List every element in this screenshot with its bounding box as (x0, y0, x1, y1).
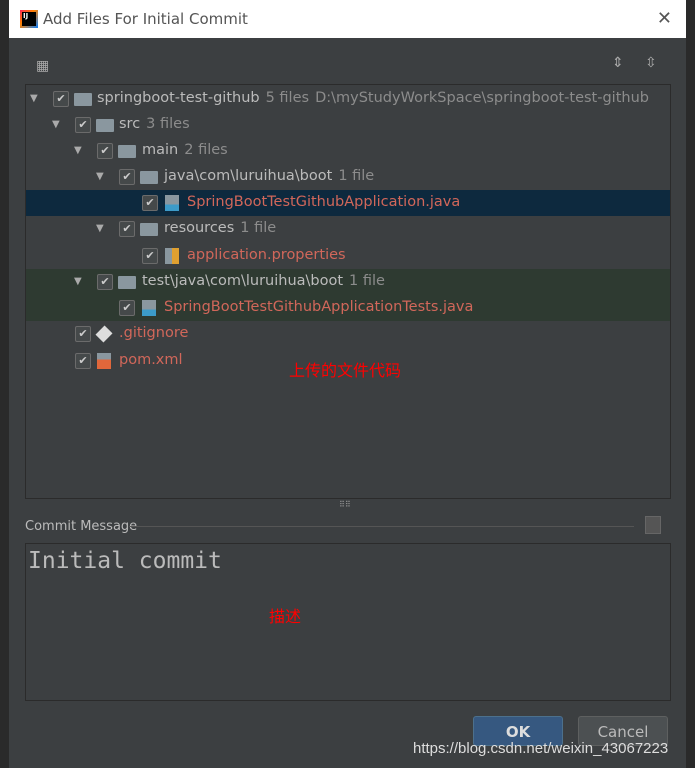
node-label: src 3 files (119, 116, 190, 132)
node-name: main (142, 142, 179, 158)
tree-row-gitignore[interactable]: ✔ .gitignore (26, 321, 670, 347)
checkbox[interactable]: ✔ (142, 248, 158, 264)
module-folder-icon (74, 93, 92, 106)
splitter-handle[interactable]: ⠿⠿ (339, 500, 351, 509)
folder-icon (118, 145, 136, 158)
node-label: test\java\com\luruihua\boot 1 file (142, 273, 385, 289)
annotation-desc: 描述 (269, 607, 302, 626)
node-name: resources (164, 220, 235, 236)
expand-toggle[interactable]: ▼ (30, 93, 38, 104)
node-name: src (119, 116, 141, 132)
checkbox[interactable]: ✔ (75, 353, 91, 369)
commit-message-input[interactable]: Initial commit (25, 543, 671, 701)
tree-row-java[interactable]: ▼ ✔ java\com\luruihua\boot 1 file (26, 164, 670, 190)
checkbox[interactable]: ✔ (119, 169, 135, 185)
node-path: D:\myStudyWorkSpace\springboot-test-gith… (315, 90, 649, 106)
node-count: 1 file (349, 273, 385, 289)
git-icon (95, 325, 113, 343)
node-label: java\com\luruihua\boot 1 file (164, 168, 374, 184)
node-name: test\java\com\luruihua\boot (142, 273, 344, 289)
node-name: SpringBootTestGithubApplication.java (187, 194, 461, 210)
checkbox[interactable]: ✔ (75, 326, 91, 342)
tree-row-test[interactable]: ▼ ✔ test\java\com\luruihua\boot 1 file (26, 269, 670, 295)
java-class-icon (165, 195, 179, 211)
checkbox[interactable]: ✔ (53, 91, 69, 107)
close-icon[interactable]: ✕ (657, 8, 672, 29)
expand-toggle[interactable]: ▼ (96, 171, 104, 182)
tree-row-tests-java[interactable]: ✔ SpringBootTestGithubApplicationTests.j… (26, 295, 670, 321)
node-count: 5 files (265, 90, 310, 106)
tree-row-resources[interactable]: ▼ ✔ resources 1 file (26, 216, 670, 242)
node-name: SpringBootTestGithubApplicationTests.jav… (164, 299, 474, 315)
expand-toggle[interactable]: ▼ (74, 276, 82, 287)
checkbox[interactable]: ✔ (97, 274, 113, 290)
file-tree: ▼ ✔ springboot-test-github 5 files D:\mySt… (25, 84, 671, 499)
divider (129, 526, 634, 527)
checkbox[interactable]: ✔ (119, 300, 135, 316)
window-title: Add Files For Initial Commit (43, 10, 248, 28)
expand-toggle[interactable]: ▼ (74, 145, 82, 156)
node-label: resources 1 file (164, 220, 276, 236)
checkbox[interactable]: ✔ (142, 195, 158, 211)
node-name: .gitignore (119, 325, 189, 341)
commit-history-icon[interactable] (645, 516, 661, 534)
annotation-files: 上传的文件代码 (289, 361, 402, 380)
node-name: application.properties (187, 247, 346, 263)
title-bar: IJ Add Files For Initial Commit ✕ (9, 0, 686, 38)
tree-row-main[interactable]: ▼ ✔ main 2 files (26, 138, 670, 164)
node-name: springboot-test-github (97, 90, 260, 106)
tree-row-root[interactable]: ▼ ✔ springboot-test-github 5 files D:\mySt… (26, 86, 670, 112)
group-by-icon[interactable]: ▦ (36, 58, 49, 74)
maven-file-icon (97, 353, 111, 369)
folder-icon (96, 119, 114, 132)
expand-toggle[interactable]: ▼ (52, 119, 60, 130)
tree-row-src[interactable]: ▼ ✔ src 3 files (26, 112, 670, 138)
expand-all-icon[interactable]: ⇕ (612, 55, 624, 71)
watermark: https://blog.csdn.net/weixin_43067223 (413, 740, 669, 757)
folder-icon (118, 276, 136, 289)
tree-row-application-java[interactable]: ✔ SpringBootTestGithubApplication.java (26, 190, 670, 216)
dialog: IJ Add Files For Initial Commit ✕ ▦ ⇕ ⇳ … (9, 0, 686, 768)
node-name: pom.xml (119, 352, 183, 368)
node-count: 1 file (338, 168, 375, 184)
checkbox[interactable]: ✔ (75, 117, 91, 133)
expand-toggle[interactable]: ▼ (96, 223, 104, 234)
folder-icon (140, 171, 158, 184)
node-count: 2 files (184, 142, 228, 158)
node-count: 1 file (240, 220, 277, 236)
collapse-all-icon[interactable]: ⇳ (645, 55, 657, 71)
checkbox[interactable]: ✔ (97, 143, 113, 159)
node-label: springboot-test-github 5 files D:\myStudyW… (97, 90, 649, 106)
checkbox[interactable]: ✔ (119, 221, 135, 237)
node-name: java\com\luruihua\boot (164, 168, 333, 184)
intellij-logo-icon: IJ (20, 10, 38, 28)
node-count: 3 files (146, 116, 190, 132)
folder-icon (140, 223, 158, 236)
properties-file-icon (165, 248, 179, 264)
node-label: main 2 files (142, 142, 228, 158)
commit-message-label: Commit Message (25, 519, 138, 534)
tree-row-application-properties[interactable]: ✔ application.properties (26, 243, 670, 269)
java-class-icon (142, 300, 156, 316)
